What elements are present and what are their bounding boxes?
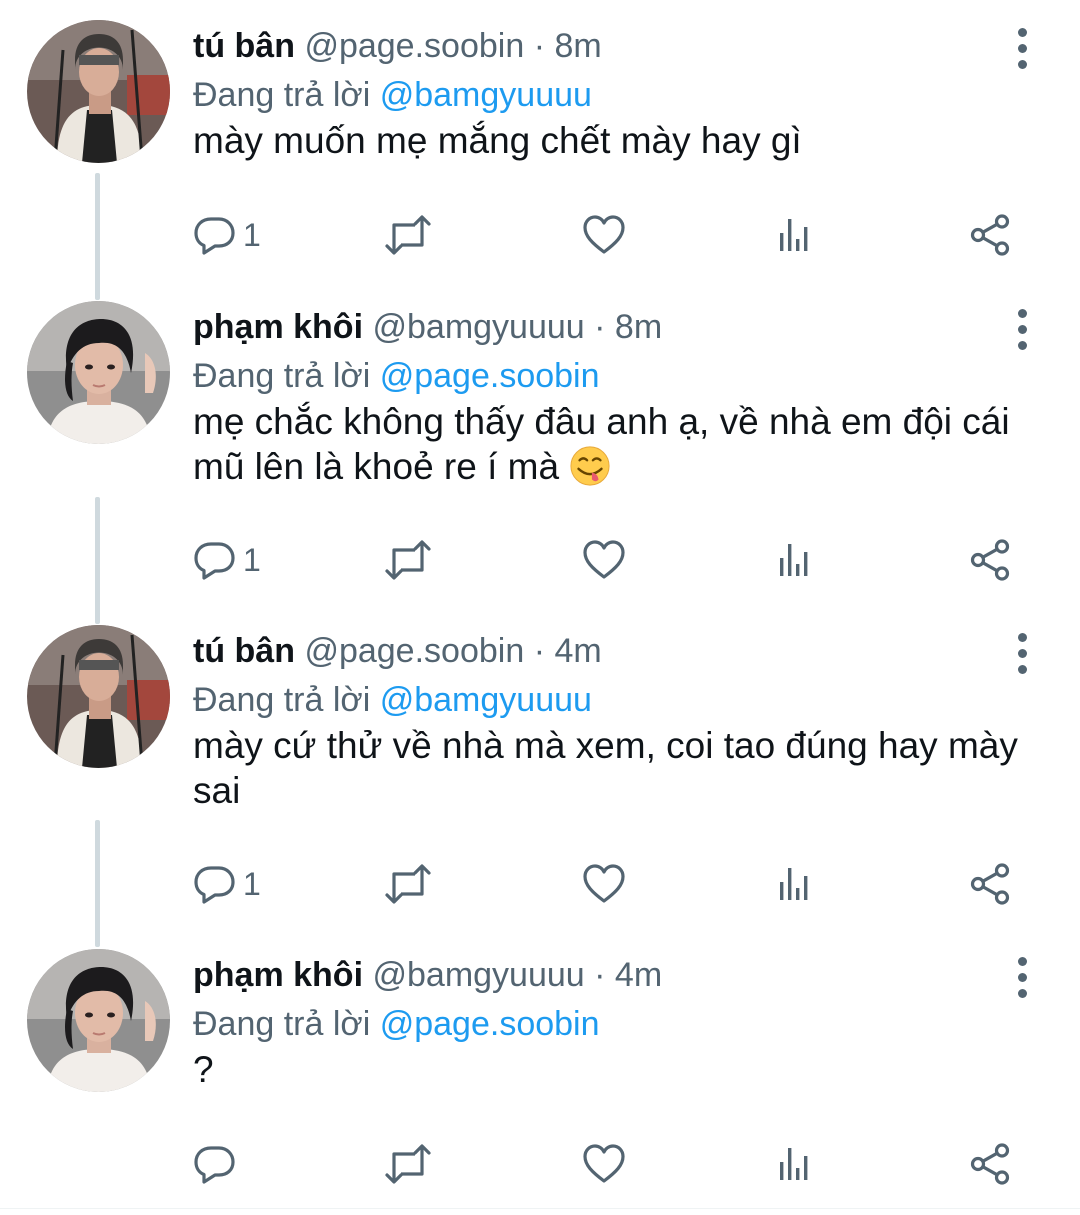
reply-bubble-icon (193, 538, 237, 582)
share-icon (969, 1142, 1013, 1186)
timestamp[interactable]: 8m (554, 27, 601, 65)
tweet-header: phạm khôi @bamgyuuuu · 4m (193, 953, 662, 997)
avatar[interactable] (27, 949, 170, 1092)
share-icon (969, 538, 1013, 582)
display-name[interactable]: phạm khôi (193, 308, 363, 346)
retweet-icon (384, 862, 432, 906)
heart-icon (582, 1142, 626, 1186)
like-button[interactable] (582, 210, 626, 260)
user-handle[interactable]: @bamgyuuuu (372, 956, 584, 994)
timestamp[interactable]: 8m (615, 308, 662, 346)
retweet-button[interactable] (384, 1139, 432, 1189)
reply-button[interactable]: 1 (193, 210, 261, 260)
share-icon (969, 862, 1013, 906)
views-bars-icon (774, 213, 818, 257)
retweet-icon (384, 538, 432, 582)
reply-button[interactable] (193, 1139, 243, 1189)
share-button[interactable] (969, 859, 1013, 909)
tweet-header: tú bân @page.soobin · 4m (193, 629, 602, 673)
reply-button[interactable]: 1 (193, 859, 261, 909)
reply-bubble-icon (193, 213, 237, 257)
avatar[interactable] (27, 625, 170, 768)
replying-to-label: Đang trả lời (193, 357, 371, 395)
views-bars-icon (774, 862, 818, 906)
more-options-button[interactable] (1004, 24, 1040, 72)
tweet-text: ? (193, 1049, 214, 1090)
timestamp[interactable]: 4m (615, 956, 662, 994)
heart-icon (582, 538, 626, 582)
user-handle[interactable]: @bamgyuuuu (372, 308, 584, 346)
share-icon (969, 213, 1013, 257)
timestamp[interactable]: 4m (554, 632, 601, 670)
views-button[interactable] (774, 1139, 818, 1189)
tweet[interactable]: phạm khôi @bamgyuuuu · 4m Đang trả lời @… (0, 929, 1080, 1215)
share-button[interactable] (969, 1139, 1013, 1189)
display-name[interactable]: tú bân (193, 27, 295, 65)
retweet-button[interactable] (384, 210, 432, 260)
views-button[interactable] (774, 859, 818, 909)
more-options-button[interactable] (1004, 305, 1040, 353)
views-bars-icon (774, 1142, 818, 1186)
display-name[interactable]: phạm khôi (193, 956, 363, 994)
separator-dot: · (533, 632, 546, 670)
views-button[interactable] (774, 535, 818, 585)
tweet[interactable]: tú bân @page.soobin · 4m Đang trả lời @b… (0, 605, 1080, 929)
replying-to: Đang trả lời @bamgyuuuu (193, 678, 592, 722)
tweet-header: phạm khôi @bamgyuuuu · 8m (193, 305, 662, 349)
tweet-actions: 1 (0, 859, 1080, 909)
heart-icon (582, 213, 626, 257)
separator-dot: · (533, 27, 546, 65)
replying-to-handle[interactable]: @page.soobin (380, 357, 600, 395)
tweet-actions: 1 (0, 535, 1080, 585)
separator-dot: · (594, 308, 606, 346)
reply-count: 1 (243, 865, 261, 902)
tweet-header: tú bân @page.soobin · 8m (193, 24, 602, 68)
user-handle[interactable]: @page.soobin (304, 27, 524, 65)
replying-to-label: Đang trả lời (193, 1005, 371, 1043)
bottom-divider (0, 1208, 1080, 1209)
avatar[interactable] (27, 20, 170, 163)
replying-to-label: Đang trả lời (193, 76, 371, 114)
like-button[interactable] (582, 859, 626, 909)
views-bars-icon (774, 538, 818, 582)
more-options-button[interactable] (1004, 953, 1040, 1001)
replying-to-handle[interactable]: @bamgyuuuu (380, 681, 592, 719)
heart-icon (582, 862, 626, 906)
user-handle[interactable]: @page.soobin (304, 632, 524, 670)
tweet[interactable]: phạm khôi @bamgyuuuu · 8m Đang trả lời @… (0, 281, 1080, 605)
replying-to-handle[interactable]: @bamgyuuuu (380, 76, 592, 114)
retweet-button[interactable] (384, 535, 432, 585)
replying-to-handle[interactable]: @page.soobin (380, 1005, 600, 1043)
retweet-button[interactable] (384, 859, 432, 909)
tweet-text: mày cứ thử về nhà mà xem, coi tao đúng h… (193, 725, 1018, 811)
like-button[interactable] (582, 1139, 626, 1189)
tweet[interactable]: tú bân @page.soobin · 8m Đang trả lời @b… (0, 0, 1080, 280)
tweet-text: mày muốn mẹ mắng chết mày hay gì (193, 120, 802, 161)
more-options-button[interactable] (1004, 629, 1040, 677)
reply-count: 1 (243, 216, 261, 253)
replying-to: Đang trả lời @page.soobin (193, 354, 600, 398)
display-name[interactable]: tú bân (193, 632, 295, 670)
share-button[interactable] (969, 210, 1013, 260)
face-savoring-food-emoji (569, 445, 611, 487)
replying-to: Đang trả lời @bamgyuuuu (193, 73, 592, 117)
separator-dot: · (594, 956, 606, 994)
tweet-actions (0, 1139, 1080, 1189)
reply-bubble-icon (193, 862, 237, 906)
reply-count: 1 (243, 541, 261, 578)
replying-to-label: Đang trả lời (193, 681, 371, 719)
tweet-text: mẹ chắc không thấy đâu anh ạ, về nhà em … (193, 399, 1043, 489)
retweet-icon (384, 213, 432, 257)
avatar[interactable] (27, 301, 170, 444)
like-button[interactable] (582, 535, 626, 585)
tweet-actions: 1 (0, 210, 1080, 260)
retweet-icon (384, 1142, 432, 1186)
share-button[interactable] (969, 535, 1013, 585)
replying-to: Đang trả lời @page.soobin (193, 1002, 600, 1046)
reply-bubble-icon (193, 1142, 237, 1186)
reply-button[interactable]: 1 (193, 535, 261, 585)
views-button[interactable] (774, 210, 818, 260)
